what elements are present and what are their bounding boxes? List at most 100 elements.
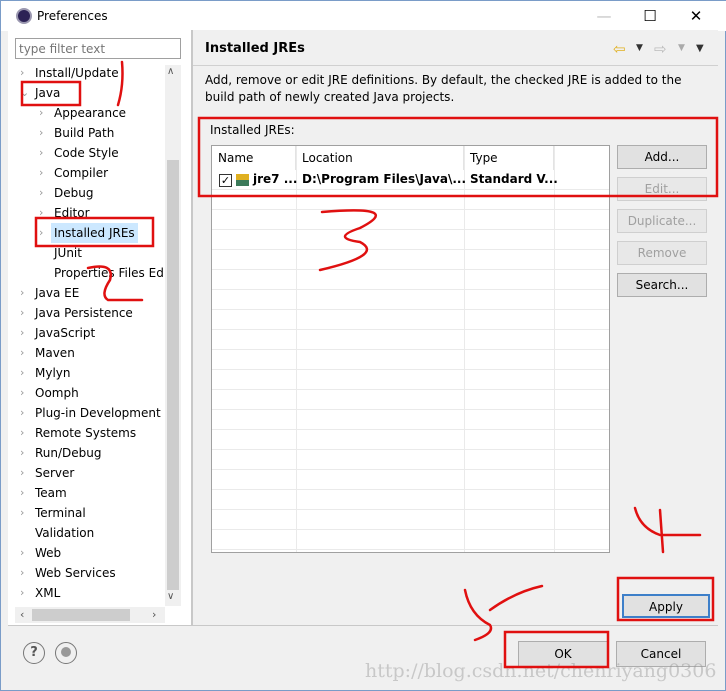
minimize-button[interactable]: —	[589, 5, 619, 27]
chevron-right-icon[interactable]: ›	[20, 303, 30, 323]
table-row[interactable]	[212, 330, 609, 350]
column-header-name[interactable]: Name	[212, 146, 296, 170]
scroll-right-icon[interactable]: ›	[152, 608, 156, 621]
add-button[interactable]: Add...	[617, 145, 707, 169]
table-row[interactable]	[212, 230, 609, 250]
tree-item-label: Server	[35, 466, 75, 480]
chevron-right-icon[interactable]: ›	[39, 183, 49, 203]
eclipse-logo-icon	[16, 8, 32, 24]
panel-divider[interactable]	[191, 30, 193, 625]
chevron-right-icon[interactable]: ›	[20, 463, 30, 483]
table-row[interactable]	[212, 310, 609, 330]
filter-input[interactable]	[15, 38, 181, 59]
help-icon[interactable]: ?	[23, 642, 45, 664]
tree-item-label: Java EE	[35, 286, 80, 300]
jre-checkbox[interactable]: ✓	[219, 174, 232, 187]
tree-item-label: Web	[35, 546, 62, 560]
tree-item-label: Oomph	[35, 386, 79, 400]
forward-arrow-icon[interactable]: ⇨	[654, 40, 667, 58]
table-row[interactable]	[212, 270, 609, 290]
table-row[interactable]	[212, 390, 609, 410]
chevron-right-icon[interactable]: ›	[39, 123, 49, 143]
edit-button[interactable]: Edit...	[617, 177, 707, 201]
tree-item-label: JavaScript	[35, 326, 96, 340]
tree-item-label: Run/Debug	[35, 446, 102, 460]
tree-item-label: Web Services	[35, 566, 116, 580]
chevron-right-icon[interactable]: ›	[39, 163, 49, 183]
table-row[interactable]	[212, 410, 609, 430]
table-label: Installed JREs:	[210, 123, 295, 137]
column-header-location[interactable]: Location	[296, 146, 464, 170]
chevron-right-icon[interactable]: ›	[20, 323, 30, 343]
chevron-right-icon[interactable]: ›	[20, 543, 30, 563]
close-button[interactable]: ✕	[681, 5, 711, 27]
tree-item-label: Editor	[54, 206, 90, 220]
table-row[interactable]	[212, 370, 609, 390]
scroll-down-icon[interactable]: ∨	[167, 591, 174, 602]
chevron-right-icon[interactable]: ›	[39, 223, 49, 243]
table-row[interactable]	[212, 470, 609, 490]
jre-table: Name Location Type ✓ jre7 ... D:\Program F…	[211, 145, 610, 553]
chevron-right-icon[interactable]: ›	[39, 143, 49, 163]
import-export-icon[interactable]	[55, 642, 77, 664]
chevron-right-icon[interactable]: ›	[20, 363, 30, 383]
tree-scroll-thumb[interactable]	[167, 160, 179, 590]
window-title: Preferences	[37, 9, 108, 23]
chevron-right-icon[interactable]: ›	[20, 483, 30, 503]
tree-item-label: Debug	[54, 186, 94, 200]
column-header-type[interactable]: Type	[464, 146, 554, 170]
table-row[interactable]	[212, 490, 609, 510]
column-divider	[554, 146, 555, 552]
page-title: Installed JREs	[205, 41, 305, 56]
tree-item-label: Appearance	[54, 106, 127, 120]
tree-hscroll-thumb[interactable]	[32, 609, 130, 621]
tree-item-label: Java Persistence	[35, 306, 133, 320]
chevron-right-icon[interactable]: ›	[20, 563, 30, 583]
jre-location: D:\Program Files\Java\...	[302, 172, 467, 186]
table-row[interactable]	[212, 250, 609, 270]
table-row[interactable]	[212, 350, 609, 370]
chevron-right-icon[interactable]: ›	[20, 443, 30, 463]
tree-item-label: Install/Update	[35, 66, 119, 80]
apply-button[interactable]: Apply	[622, 594, 710, 618]
chevron-right-icon[interactable]: ›	[20, 503, 30, 523]
view-menu-icon[interactable]: ▼	[696, 43, 704, 54]
forward-menu-icon[interactable]: ▼	[678, 43, 685, 53]
tree-item-label: Code Style	[54, 146, 119, 160]
chevron-right-icon[interactable]: ›	[39, 203, 49, 223]
table-row[interactable]	[212, 510, 609, 530]
table-row[interactable]	[212, 530, 609, 550]
search-button[interactable]: Search...	[617, 273, 707, 297]
back-arrow-icon[interactable]: ⇦	[613, 40, 626, 58]
chevron-right-icon[interactable]: ›	[20, 583, 30, 603]
chevron-right-icon[interactable]: ›	[39, 103, 49, 123]
chevron-down-icon[interactable]: ⌄	[20, 83, 30, 103]
tree-item-label: Properties Files Ed	[54, 266, 164, 280]
chevron-right-icon[interactable]: ›	[20, 343, 30, 363]
footer-separator	[8, 625, 718, 626]
chevron-right-icon[interactable]: ›	[20, 283, 30, 303]
table-row[interactable]	[212, 210, 609, 230]
maximize-button[interactable]: ☐	[635, 5, 665, 27]
tree-item-label: Compiler	[54, 166, 109, 180]
tree-item-label: Team	[35, 486, 67, 500]
tree-item-label: Validation	[35, 526, 95, 540]
chevron-right-icon[interactable]: ›	[20, 403, 30, 423]
remove-button[interactable]: Remove	[617, 241, 707, 265]
chevron-right-icon[interactable]: ›	[20, 63, 30, 83]
scroll-up-icon[interactable]: ∧	[167, 66, 174, 77]
table-row[interactable]	[212, 430, 609, 450]
chevron-right-icon[interactable]: ›	[20, 383, 30, 403]
scroll-left-icon[interactable]: ‹	[20, 608, 24, 621]
table-row[interactable]	[212, 190, 609, 210]
tree-item-label: Java	[35, 86, 61, 100]
chevron-right-icon[interactable]: ›	[20, 423, 30, 443]
table-row[interactable]	[212, 450, 609, 470]
tree-item-label: XML	[35, 586, 61, 600]
table-row[interactable]	[212, 290, 609, 310]
back-menu-icon[interactable]: ▼	[636, 43, 643, 53]
watermark: http://blog.csdn.net/chenriyang0306	[365, 660, 717, 682]
duplicate-button[interactable]: Duplicate...	[617, 209, 707, 233]
jre-type: Standard V...	[470, 172, 558, 186]
tree-item-label: JUnit	[54, 246, 82, 260]
